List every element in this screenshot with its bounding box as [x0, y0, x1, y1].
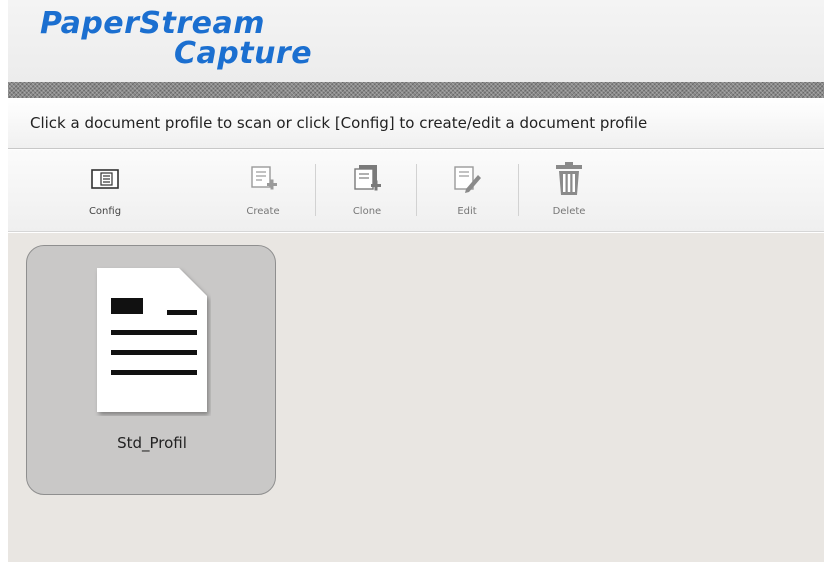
- clone-button[interactable]: Clone: [332, 162, 402, 226]
- edit-button[interactable]: Edit: [432, 162, 502, 226]
- delete-button[interactable]: Delete: [534, 162, 604, 226]
- clone-icon: [350, 162, 384, 196]
- config-icon: [88, 162, 122, 196]
- document-icon: [93, 266, 211, 416]
- create-button[interactable]: Create: [228, 162, 298, 226]
- config-label: Config: [88, 206, 122, 217]
- toolbar-separator: [315, 164, 316, 216]
- profile-area: Std_Profil: [8, 233, 824, 562]
- profile-tile[interactable]: Std_Profil: [26, 245, 276, 495]
- config-button[interactable]: Config: [70, 162, 140, 226]
- app-window: PaperStream Capture Click a document pro…: [8, 0, 824, 562]
- delete-label: Delete: [552, 206, 586, 217]
- delete-icon: [552, 162, 586, 196]
- toolbar: Config Create Clone Edit Delete: [8, 150, 824, 232]
- instruction-text: Click a document profile to scan or clic…: [8, 98, 824, 149]
- toolbar-separator: [518, 164, 519, 216]
- profile-name: Std_Profil: [117, 434, 187, 452]
- edit-label: Edit: [457, 206, 477, 217]
- create-label: Create: [246, 206, 280, 217]
- toolbar-separator: [416, 164, 417, 216]
- header: PaperStream Capture: [8, 0, 824, 82]
- clone-label: Clone: [352, 206, 382, 217]
- logo-line2: Capture: [174, 36, 313, 71]
- edit-icon: [450, 162, 484, 196]
- create-icon: [246, 162, 280, 196]
- header-stripe: [8, 82, 824, 98]
